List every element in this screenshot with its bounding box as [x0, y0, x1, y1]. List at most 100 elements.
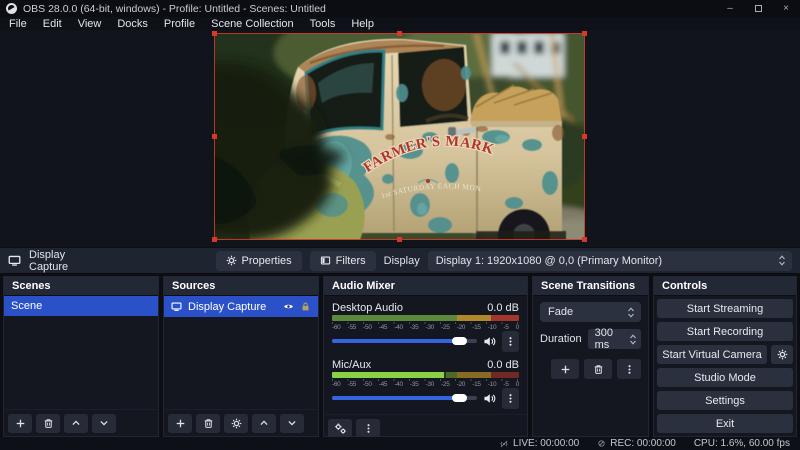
chevron-down-icon: [99, 418, 109, 428]
start-streaming-button[interactable]: Start Streaming: [657, 299, 793, 318]
resize-handle-bottom-center[interactable]: [397, 237, 402, 242]
audio-mixer-panel: Audio Mixer Desktop Audio 0.0 dB -60-55-…: [323, 276, 528, 437]
caret-down-icon: [778, 261, 786, 266]
live-status: LIVE: 00:00:00: [499, 438, 579, 449]
speaker-icon[interactable]: [483, 335, 496, 348]
menu-item[interactable]: Scene Collection: [203, 17, 302, 30]
menu-item[interactable]: Edit: [35, 17, 70, 30]
advanced-audio-button[interactable]: [328, 419, 352, 438]
maximize-icon: [755, 5, 762, 12]
remove-transition-button[interactable]: [584, 359, 612, 379]
scenes-toolbar: [4, 409, 158, 436]
plus-icon: [175, 418, 186, 429]
scene-move-up-button[interactable]: [64, 414, 88, 433]
selected-source-label: Display Capture: [29, 249, 106, 273]
scene-list-item[interactable]: Scene: [4, 296, 158, 316]
transition-menu-button[interactable]: [617, 359, 641, 379]
video-frame-truck: FARMER'S MARKET 1st SATURDAY EACH MONTH: [214, 33, 585, 240]
display-select-value: Display 1: 1920x1080 @ 0,0 (Primary Moni…: [436, 255, 776, 267]
controls-panel: Controls Start Streaming Start Recording…: [653, 276, 797, 437]
caret-down-icon: [627, 313, 635, 318]
duration-spinbox[interactable]: 300 ms: [588, 329, 641, 349]
properties-button[interactable]: Properties: [216, 251, 302, 271]
resize-handle-mid-right[interactable]: [582, 134, 587, 139]
scene-transitions-panel: Scene Transitions Fade Duration 300 ms: [532, 276, 649, 437]
add-transition-button[interactable]: [551, 359, 579, 379]
exit-button[interactable]: Exit: [657, 414, 793, 433]
caret-up-icon[interactable]: [629, 334, 637, 339]
gears-icon: [334, 422, 347, 435]
window-title: OBS 28.0.0 (64-bit, windows) - Profile: …: [23, 3, 326, 15]
controls-panel-title: Controls: [654, 277, 796, 296]
caret-up-icon: [778, 255, 786, 260]
resize-handle-mid-left[interactable]: [212, 134, 217, 139]
volume-slider[interactable]: [332, 396, 477, 400]
studio-mode-button[interactable]: Studio Mode: [657, 368, 793, 387]
spin-carets: [627, 334, 638, 345]
transition-select-value: Fade: [548, 306, 625, 318]
start-virtual-camera-button[interactable]: Start Virtual Camera: [657, 345, 767, 364]
source-move-down-button[interactable]: [280, 414, 304, 433]
menu-item[interactable]: Tools: [302, 17, 344, 30]
trash-icon: [43, 418, 54, 429]
scene-transitions-panel-title: Scene Transitions: [533, 277, 648, 296]
menu-item[interactable]: File: [1, 17, 35, 30]
resize-handle-bottom-left[interactable]: [212, 237, 217, 242]
visibility-eye-icon[interactable]: [283, 301, 294, 312]
channel-menu-button[interactable]: [502, 331, 519, 352]
gear-icon: [777, 349, 788, 360]
volume-slider-handle[interactable]: [452, 394, 467, 402]
remove-source-button[interactable]: [196, 414, 220, 433]
resize-handle-bottom-right[interactable]: [582, 237, 587, 242]
preview-canvas: FARMER'S MARKET 1st SATURDAY EACH MONTH: [0, 30, 800, 247]
scene-move-down-button[interactable]: [92, 414, 116, 433]
obs-window: OBS 28.0.0 (64-bit, windows) - Profile: …: [0, 0, 800, 450]
title-bar: OBS 28.0.0 (64-bit, windows) - Profile: …: [0, 0, 800, 17]
gear-icon: [231, 418, 242, 429]
minimize-button[interactable]: –: [716, 0, 744, 17]
trash-icon: [203, 418, 214, 429]
add-scene-button[interactable]: [8, 414, 32, 433]
sources-panel-title: Sources: [164, 277, 318, 296]
combo-carets: [625, 307, 637, 318]
volume-slider-handle[interactable]: [452, 337, 467, 345]
menu-item[interactable]: Help: [343, 17, 382, 30]
settings-button[interactable]: Settings: [657, 391, 793, 410]
menu-item[interactable]: View: [70, 17, 110, 30]
sources-panel: Sources Display Capture: [163, 276, 319, 437]
source-properties-button[interactable]: [224, 414, 248, 433]
source-list-item[interactable]: Display Capture: [164, 296, 318, 317]
duration-label: Duration: [540, 333, 582, 345]
caret-down-icon[interactable]: [629, 340, 637, 345]
add-source-button[interactable]: [168, 414, 192, 433]
resize-handle-top-left[interactable]: [212, 31, 217, 36]
channel-menu-button[interactable]: [502, 388, 519, 409]
filter-icon: [320, 255, 331, 266]
speaker-icon[interactable]: [483, 392, 496, 405]
resize-handle-top-center[interactable]: [397, 31, 402, 36]
chevron-up-icon: [71, 418, 81, 428]
channel-level-db: 0.0 dB: [487, 302, 519, 314]
obs-logo-icon: [6, 3, 17, 14]
start-recording-button[interactable]: Start Recording: [657, 322, 793, 341]
source-move-up-button[interactable]: [252, 414, 276, 433]
maximize-button[interactable]: [744, 0, 772, 17]
display-select[interactable]: Display 1: 1920x1080 @ 0,0 (Primary Moni…: [428, 251, 792, 271]
broadcast-icon: [499, 439, 509, 449]
close-button[interactable]: ×: [772, 0, 800, 17]
mixer-menu-button[interactable]: [356, 419, 380, 438]
trash-icon: [593, 364, 604, 375]
menu-item[interactable]: Docks: [109, 17, 156, 30]
remove-scene-button[interactable]: [36, 414, 60, 433]
audio-mixer-panel-title: Audio Mixer: [324, 277, 527, 296]
menu-item[interactable]: Profile: [156, 17, 203, 30]
virtual-camera-settings-button[interactable]: [771, 345, 793, 364]
volume-slider[interactable]: [332, 339, 477, 343]
resize-handle-top-right[interactable]: [582, 31, 587, 36]
filters-button[interactable]: Filters: [310, 251, 376, 271]
kebab-icon: [624, 364, 635, 375]
preview-video-source[interactable]: FARMER'S MARKET 1st SATURDAY EACH MONTH: [214, 33, 585, 240]
lock-icon[interactable]: [300, 301, 311, 312]
transition-select[interactable]: Fade: [540, 302, 641, 322]
status-bar: LIVE: 00:00:00 REC: 00:00:00 CPU: 1.6%, …: [0, 437, 800, 450]
